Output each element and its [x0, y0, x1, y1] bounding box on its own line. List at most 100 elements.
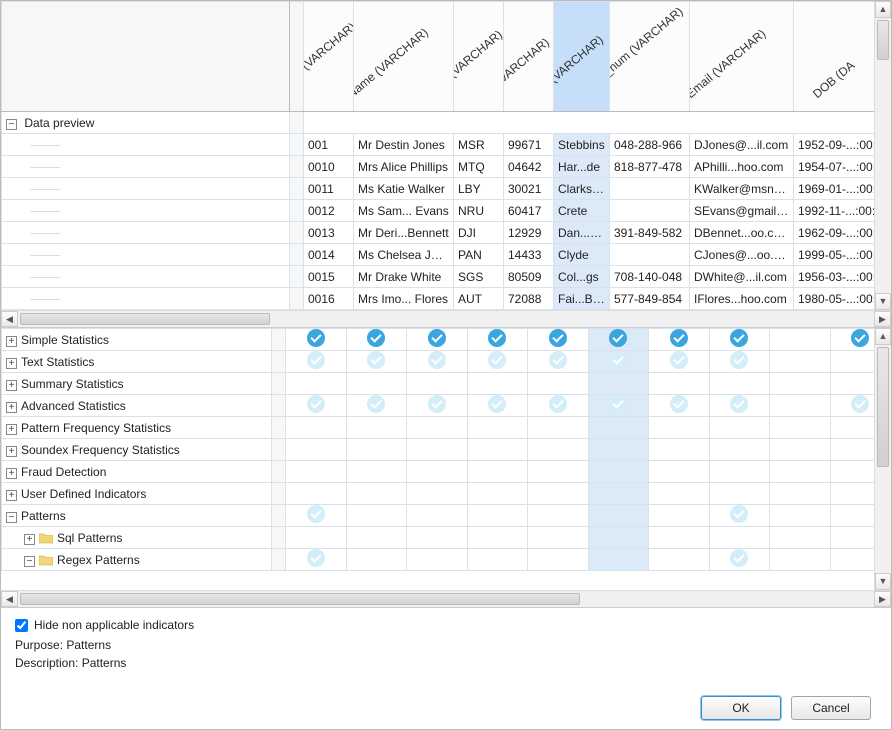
indicator-cell[interactable]	[709, 461, 770, 483]
indicator-cell[interactable]	[528, 373, 589, 395]
indicator-cell[interactable]	[528, 395, 589, 417]
column-header[interactable]: Code (VARCHAR)	[304, 2, 354, 112]
cell-phone[interactable]	[610, 178, 690, 200]
indicator-cell[interactable]	[286, 505, 347, 527]
check-icon[interactable]	[488, 329, 506, 347]
cell-zip[interactable]: 04642	[504, 156, 554, 178]
indicator-cell[interactable]	[588, 461, 649, 483]
cell-city[interactable]: Crete	[554, 200, 610, 222]
expand-icon[interactable]: +	[6, 424, 17, 435]
column-header[interactable]: Zip (VARCHAR)	[504, 2, 554, 112]
check-icon[interactable]	[609, 329, 627, 347]
indicator-cell[interactable]	[407, 439, 468, 461]
check-icon[interactable]	[307, 395, 325, 413]
indicator-label-cell[interactable]: +Fraud Detection	[2, 461, 272, 483]
cell-code[interactable]: 0014	[304, 244, 354, 266]
indicator-cell[interactable]	[407, 351, 468, 373]
indicator-cell[interactable]	[346, 461, 407, 483]
indicator-cell[interactable]	[588, 483, 649, 505]
indicator-cell[interactable]	[346, 483, 407, 505]
indicator-cell[interactable]	[407, 483, 468, 505]
indicator-label-cell[interactable]: +Simple Statistics	[2, 329, 272, 351]
indicator-cell[interactable]	[286, 549, 347, 571]
indicator-cell[interactable]	[407, 417, 468, 439]
indicator-cell[interactable]	[467, 329, 528, 351]
data-preview-root[interactable]: − Data preview	[2, 112, 290, 134]
indicator-cell[interactable]	[286, 461, 347, 483]
indicator-cell[interactable]	[286, 417, 347, 439]
indicator-cell[interactable]	[286, 351, 347, 373]
indicator-cell[interactable]	[588, 549, 649, 571]
indicator-label-cell[interactable]: +Pattern Frequency Statistics	[2, 417, 272, 439]
indicator-cell[interactable]	[407, 373, 468, 395]
indicator-cell[interactable]	[709, 439, 770, 461]
column-header[interactable]: Cntry (VARCHAR)	[454, 2, 504, 112]
indicator-cell[interactable]	[709, 527, 770, 549]
indicator-cell[interactable]	[467, 461, 528, 483]
indicator-cell[interactable]	[649, 549, 710, 571]
expand-icon[interactable]: +	[6, 402, 17, 413]
check-icon[interactable]	[307, 505, 325, 523]
cell-email[interactable]: IFlores...hoo.com	[690, 288, 794, 310]
column-header[interactable]: Phone_num (VARCHAR)	[610, 2, 690, 112]
indicator-cell[interactable]	[649, 461, 710, 483]
indicator-row[interactable]: +Soundex Frequency Statistics	[2, 439, 891, 461]
check-icon[interactable]	[367, 329, 385, 347]
indicator-label-cell[interactable]: +Sql Patterns	[2, 527, 272, 549]
cell-email[interactable]: DWhite@...il.com	[690, 266, 794, 288]
cell-name[interactable]: Ms Katie Walker	[354, 178, 454, 200]
indicator-row[interactable]: +Advanced Statistics	[2, 395, 891, 417]
indicator-cell[interactable]	[770, 395, 831, 417]
indicator-cell[interactable]	[649, 373, 710, 395]
cell-name[interactable]: Mrs Alice Phillips	[354, 156, 454, 178]
check-icon[interactable]	[670, 395, 688, 413]
check-icon[interactable]	[730, 329, 748, 347]
indicator-cell[interactable]	[346, 329, 407, 351]
indicator-cell[interactable]	[346, 549, 407, 571]
collapse-icon[interactable]: −	[24, 556, 35, 567]
indicator-cell[interactable]	[528, 483, 589, 505]
cell-zip[interactable]: 80509	[504, 266, 554, 288]
indicator-cell[interactable]	[709, 329, 770, 351]
check-icon[interactable]	[549, 351, 567, 369]
check-icon[interactable]	[730, 549, 748, 567]
indicator-row[interactable]: +Pattern Frequency Statistics	[2, 417, 891, 439]
indicator-label-cell[interactable]: −Regex Patterns	[2, 549, 272, 571]
table-row[interactable]: 0015Mr Drake WhiteSGS80509Col...gs708-14…	[2, 266, 892, 288]
cell-cntry[interactable]: LBY	[454, 178, 504, 200]
cell-zip[interactable]: 60417	[504, 200, 554, 222]
indicator-cell[interactable]	[528, 461, 589, 483]
indicator-cell[interactable]	[467, 549, 528, 571]
indicator-cell[interactable]	[407, 527, 468, 549]
cell-phone[interactable]: 391-849-582	[610, 222, 690, 244]
indicator-cell[interactable]	[770, 461, 831, 483]
cell-city[interactable]: Col...gs	[554, 266, 610, 288]
check-icon[interactable]	[730, 395, 748, 413]
check-icon[interactable]	[307, 329, 325, 347]
cell-phone[interactable]: 048-288-966	[610, 134, 690, 156]
scroll-right-icon[interactable]: ▶	[874, 591, 891, 607]
indicator-cell[interactable]	[649, 351, 710, 373]
indicator-cell[interactable]	[709, 549, 770, 571]
indicator-cell[interactable]	[770, 351, 831, 373]
check-icon[interactable]	[428, 395, 446, 413]
indicator-cell[interactable]	[407, 549, 468, 571]
cell-email[interactable]: CJones@...oo.com	[690, 244, 794, 266]
indicator-cell[interactable]	[346, 395, 407, 417]
expand-icon[interactable]: +	[24, 534, 35, 545]
ok-button[interactable]: OK	[701, 696, 781, 720]
indicator-cell[interactable]	[407, 461, 468, 483]
indicator-cell[interactable]	[286, 395, 347, 417]
check-icon[interactable]	[307, 351, 325, 369]
check-icon[interactable]	[549, 395, 567, 413]
vertical-scrollbar-top[interactable]: ▲ ▼	[874, 1, 891, 310]
indicator-cell[interactable]	[709, 373, 770, 395]
table-row[interactable]: 0014Ms Chelsea JonesPAN14433ClydeCJones@…	[2, 244, 892, 266]
cell-city[interactable]: Clyde	[554, 244, 610, 266]
indicator-row[interactable]: −Patterns	[2, 505, 891, 527]
scroll-thumb[interactable]	[877, 20, 889, 60]
indicator-cell[interactable]	[588, 329, 649, 351]
cell-zip[interactable]: 99671	[504, 134, 554, 156]
cell-cntry[interactable]: DJI	[454, 222, 504, 244]
indicator-cell[interactable]	[346, 505, 407, 527]
